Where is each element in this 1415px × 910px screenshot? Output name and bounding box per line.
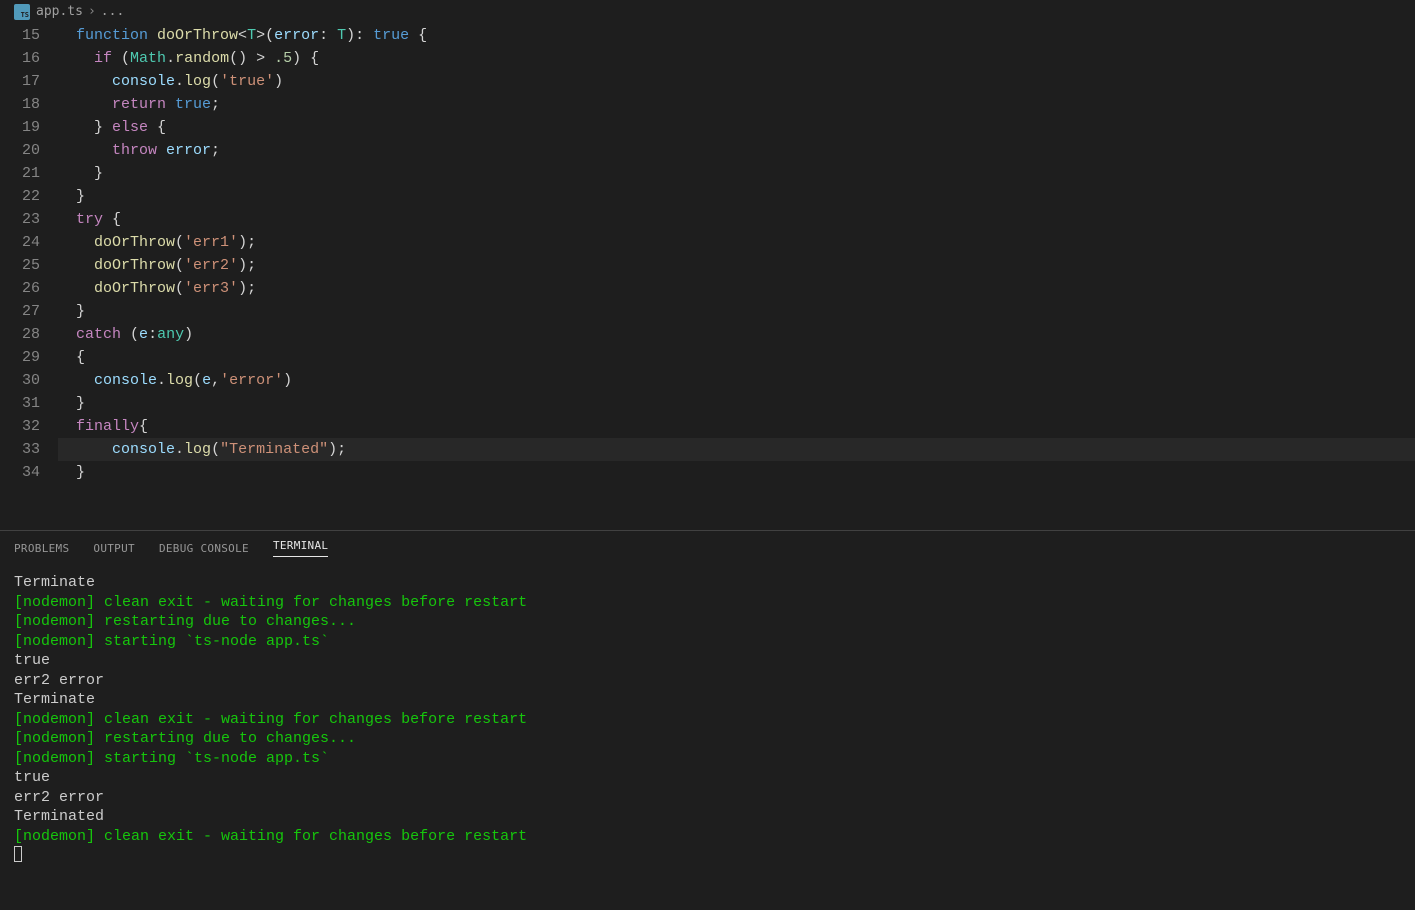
line-number: 18	[0, 93, 40, 116]
line-number: 29	[0, 346, 40, 369]
terminal-line: [nodemon] starting `ts-node app.ts`	[14, 632, 1401, 652]
terminal-line: [nodemon] clean exit - waiting for chang…	[14, 827, 1401, 847]
terminal-line: [nodemon] restarting due to changes...	[14, 729, 1401, 749]
breadcrumb-more[interactable]: ...	[101, 4, 124, 19]
terminal-line: [nodemon] restarting due to changes...	[14, 612, 1401, 632]
code-line[interactable]: try {	[58, 208, 1415, 231]
line-number: 32	[0, 415, 40, 438]
line-number: 27	[0, 300, 40, 323]
terminal-cursor	[14, 846, 22, 862]
terminal-output[interactable]: Terminate[nodemon] clean exit - waiting …	[0, 565, 1415, 910]
code-line[interactable]: }	[58, 392, 1415, 415]
code-line[interactable]: finally{	[58, 415, 1415, 438]
code-area[interactable]: function doOrThrow<T>(error: T): true { …	[58, 24, 1415, 530]
code-line[interactable]: catch (e:any)	[58, 323, 1415, 346]
terminal-line: true	[14, 768, 1401, 788]
code-line[interactable]: console.log("Terminated");	[58, 438, 1415, 461]
code-line[interactable]: console.log('true')	[58, 70, 1415, 93]
line-number: 24	[0, 231, 40, 254]
terminal-line: [nodemon] clean exit - waiting for chang…	[14, 710, 1401, 730]
line-number: 23	[0, 208, 40, 231]
tab-debug-console[interactable]: DEBUG CONSOLE	[159, 542, 249, 555]
line-number: 21	[0, 162, 40, 185]
chevron-right-icon: ›	[88, 4, 96, 19]
breadcrumb-file[interactable]: app.ts	[36, 4, 83, 19]
code-editor[interactable]: 1516171819202122232425262728293031323334…	[0, 24, 1415, 530]
typescript-icon: TS	[14, 4, 30, 20]
terminal-line: Terminate	[14, 690, 1401, 710]
code-line[interactable]: }	[58, 461, 1415, 484]
line-number: 28	[0, 323, 40, 346]
line-number: 17	[0, 70, 40, 93]
line-number: 15	[0, 24, 40, 47]
code-line[interactable]: }	[58, 185, 1415, 208]
code-line[interactable]: throw error;	[58, 139, 1415, 162]
breadcrumb[interactable]: TS app.ts › ...	[0, 0, 1415, 24]
terminal-line: Terminated	[14, 807, 1401, 827]
code-line[interactable]: } else {	[58, 116, 1415, 139]
line-number: 30	[0, 369, 40, 392]
panel-tabs: PROBLEMS OUTPUT DEBUG CONSOLE TERMINAL	[0, 531, 1415, 565]
code-line[interactable]: }	[58, 162, 1415, 185]
terminal-line: Terminate	[14, 573, 1401, 593]
tab-output[interactable]: OUTPUT	[93, 542, 135, 555]
line-number: 26	[0, 277, 40, 300]
line-number: 20	[0, 139, 40, 162]
terminal-line: [nodemon] starting `ts-node app.ts`	[14, 749, 1401, 769]
tab-terminal[interactable]: TERMINAL	[273, 539, 328, 557]
line-number: 16	[0, 47, 40, 70]
code-line[interactable]: }	[58, 300, 1415, 323]
terminal-line: err2 error	[14, 788, 1401, 808]
line-number: 25	[0, 254, 40, 277]
code-line[interactable]: if (Math.random() > .5) {	[58, 47, 1415, 70]
line-number: 31	[0, 392, 40, 415]
line-number: 33	[0, 438, 40, 461]
line-number-gutter: 1516171819202122232425262728293031323334	[0, 24, 58, 530]
terminal-line: err2 error	[14, 671, 1401, 691]
bottom-panel: PROBLEMS OUTPUT DEBUG CONSOLE TERMINAL T…	[0, 530, 1415, 910]
code-line[interactable]: console.log(e,'error')	[58, 369, 1415, 392]
code-line[interactable]: return true;	[58, 93, 1415, 116]
line-number: 22	[0, 185, 40, 208]
code-line[interactable]: doOrThrow('err2');	[58, 254, 1415, 277]
code-line[interactable]: doOrThrow('err3');	[58, 277, 1415, 300]
code-line[interactable]: doOrThrow('err1');	[58, 231, 1415, 254]
line-number: 34	[0, 461, 40, 484]
tab-problems[interactable]: PROBLEMS	[14, 542, 69, 555]
terminal-line: [nodemon] clean exit - waiting for chang…	[14, 593, 1401, 613]
code-line[interactable]: {	[58, 346, 1415, 369]
code-line[interactable]: function doOrThrow<T>(error: T): true {	[58, 24, 1415, 47]
line-number: 19	[0, 116, 40, 139]
terminal-line: true	[14, 651, 1401, 671]
